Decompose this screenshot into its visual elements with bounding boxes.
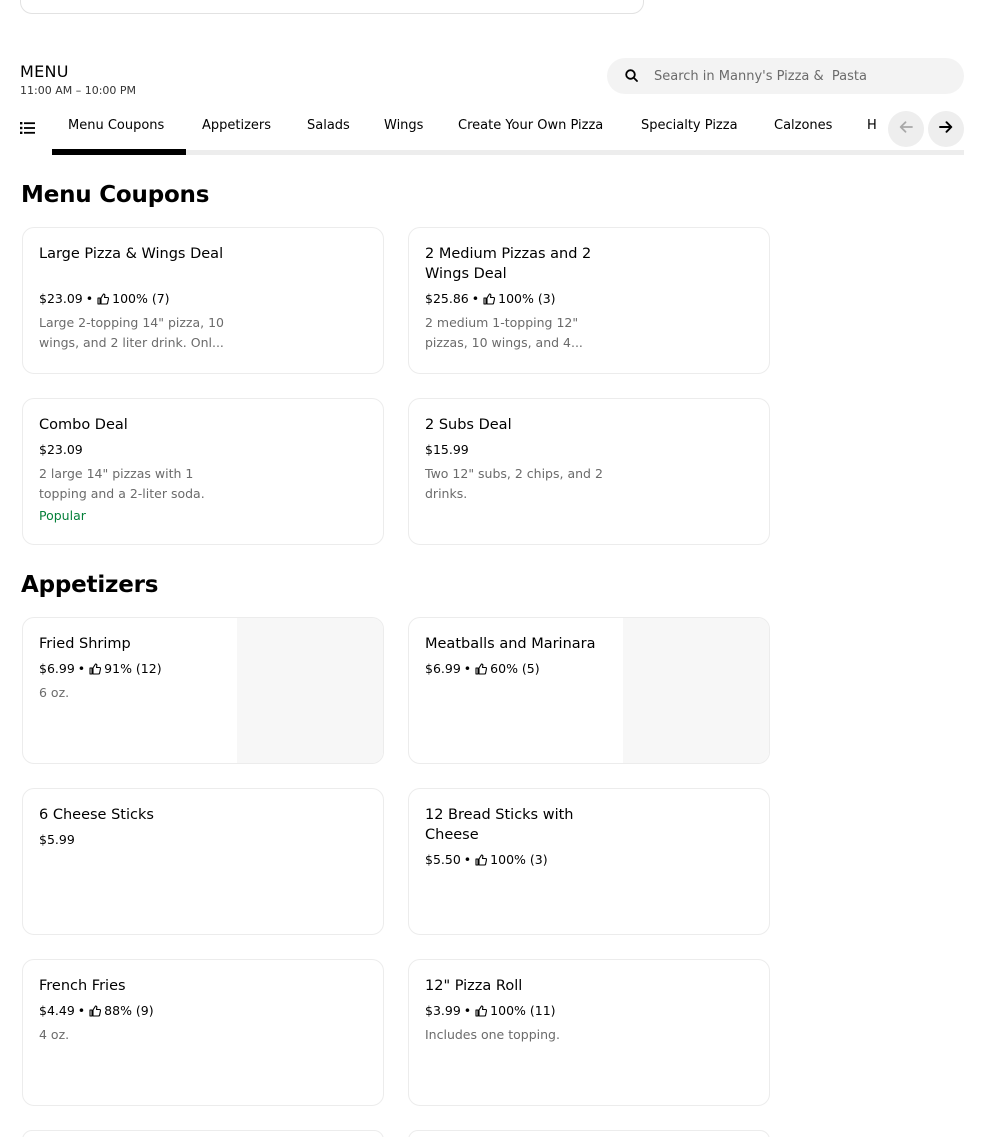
item-meta: $23.09 • 100% (7) [39, 291, 170, 307]
item-price: $5.99 [39, 832, 75, 847]
item-meta: $6.99 • 91% (12) [39, 661, 162, 677]
tab-wings[interactable]: Wings [384, 118, 423, 134]
separator: • [463, 1003, 472, 1018]
item-description: 4 oz. [39, 1027, 70, 1042]
scroll-right-button[interactable] [928, 111, 964, 147]
tab-calzones[interactable]: Calzones [774, 118, 832, 134]
item-image-placeholder [623, 618, 769, 763]
item-name: Combo Deal [39, 417, 128, 433]
menu-item-card[interactable]: 6 Cheese Sticks $5.99 [22, 788, 384, 935]
item-price: $4.49 [39, 1003, 75, 1018]
menu-item-card[interactable]: French Fries $4.49 • 88% (9) 4 oz. [22, 959, 384, 1106]
menu-hours: 11:00 AM – 10:00 PM [20, 84, 137, 97]
section-title-appetizers: Appetizers [21, 572, 159, 598]
menu-item-card[interactable]: Combo Deal $23.09 2 large 14" pizzas wit… [22, 398, 384, 545]
item-rating: 88% (9) [104, 1003, 154, 1018]
item-meta: $5.99 [39, 832, 75, 848]
menu-item-card[interactable]: 12 Bread Sticks with Cheese $5.50 • 100%… [408, 788, 770, 935]
item-name: Large Pizza & Wings Deal [39, 246, 224, 262]
item-rating: 60% (5) [490, 661, 540, 676]
category-tabs: Menu Coupons Appetizers Salads Wings Cre… [20, 108, 964, 155]
menu-item-card[interactable] [22, 1130, 384, 1137]
menu-item-card[interactable]: 2 Medium Pizzas and 2 Wings Deal $25.86 … [408, 227, 770, 374]
item-description: Large 2-topping 14" pizza, 10 wings, and… [39, 315, 224, 350]
tab-menu-coupons[interactable]: Menu Coupons [68, 118, 164, 134]
item-rating: 100% (3) [498, 291, 556, 306]
list-icon[interactable] [20, 120, 36, 136]
tab-truncated[interactable]: H [867, 118, 877, 134]
item-price: $23.09 [39, 442, 83, 457]
item-name: Fried Shrimp [39, 636, 131, 652]
popular-badge: Popular [39, 508, 86, 523]
separator: • [85, 291, 94, 306]
item-price: $5.50 [425, 852, 461, 867]
item-price: $6.99 [39, 661, 75, 676]
tabs-underline-track [52, 150, 964, 155]
tab-specialty-pizza[interactable]: Specialty Pizza [641, 118, 738, 134]
item-description: Two 12" subs, 2 chips, and 2 drinks. [425, 466, 603, 501]
item-price: $6.99 [425, 661, 461, 676]
item-description: 6 oz. [39, 685, 70, 700]
item-rating: 100% (3) [490, 852, 548, 867]
scroll-left-button[interactable] [888, 111, 924, 147]
menu-title: MENU [20, 62, 69, 81]
item-meta: $23.09 [39, 442, 83, 458]
active-tab-indicator [52, 149, 186, 155]
item-meta: $25.86 • 100% (3) [425, 291, 556, 307]
previous-content-card [20, 0, 644, 14]
thumbs-up-icon [89, 663, 102, 675]
thumbs-up-icon [97, 293, 110, 305]
item-description: Includes one topping. [425, 1027, 560, 1042]
arrow-left-icon [898, 119, 914, 139]
item-price: $23.09 [39, 291, 83, 306]
item-name: French Fries [39, 978, 126, 994]
item-price: $25.86 [425, 291, 469, 306]
item-description: 2 medium 1-topping 12" pizzas, 10 wings,… [425, 315, 583, 350]
separator: • [77, 661, 86, 676]
item-rating: 91% (12) [104, 661, 162, 676]
menu-item-card[interactable]: 12" Pizza Roll $3.99 • 100% (11) Include… [408, 959, 770, 1106]
separator: • [471, 291, 480, 306]
item-meta: $4.49 • 88% (9) [39, 1003, 154, 1019]
arrow-right-icon [938, 119, 954, 139]
menu-header: MENU 11:00 AM – 10:00 PM [20, 62, 136, 98]
tab-create-your-own-pizza[interactable]: Create Your Own Pizza [458, 118, 603, 134]
section-title-menu-coupons: Menu Coupons [21, 182, 210, 208]
item-price: $3.99 [425, 1003, 461, 1018]
item-rating: 100% (7) [112, 291, 170, 306]
menu-item-card[interactable]: Large Pizza & Wings Deal $23.09 • 100% (… [22, 227, 384, 374]
tab-appetizers[interactable]: Appetizers [202, 118, 271, 134]
item-rating: 100% (11) [490, 1003, 556, 1018]
menu-item-card[interactable]: Meatballs and Marinara $6.99 • 60% (5) [408, 617, 770, 764]
item-meta: $3.99 • 100% (11) [425, 1003, 556, 1019]
separator: • [463, 852, 472, 867]
item-name: 12" Pizza Roll [425, 978, 523, 994]
item-meta: $5.50 • 100% (3) [425, 852, 548, 868]
thumbs-up-icon [89, 1005, 102, 1017]
item-price: $15.99 [425, 442, 469, 457]
thumbs-up-icon [475, 663, 488, 675]
tab-strip: Menu Coupons Appetizers Salads Wings Cre… [52, 108, 890, 148]
item-name: 2 Subs Deal [425, 417, 512, 433]
item-meta: $6.99 • 60% (5) [425, 661, 540, 677]
item-name: 12 Bread Sticks with Cheese [425, 807, 574, 843]
thumbs-up-icon [475, 1005, 488, 1017]
item-name: 2 Medium Pizzas and 2 Wings Deal [425, 246, 592, 282]
menu-item-card[interactable]: 2 Subs Deal $15.99 Two 12" subs, 2 chips… [408, 398, 770, 545]
menu-search[interactable] [607, 58, 964, 94]
thumbs-up-icon [475, 854, 488, 866]
item-description: 2 large 14" pizzas with 1 topping and a … [39, 466, 205, 501]
thumbs-up-icon [483, 293, 496, 305]
item-image-placeholder [237, 618, 383, 763]
menu-item-card[interactable] [408, 1130, 770, 1137]
search-icon [624, 68, 640, 84]
separator: • [463, 661, 472, 676]
item-name: 6 Cheese Sticks [39, 807, 154, 823]
tab-salads[interactable]: Salads [307, 118, 350, 134]
search-input[interactable] [654, 68, 954, 84]
item-meta: $15.99 [425, 442, 469, 458]
separator: • [77, 1003, 86, 1018]
menu-item-card[interactable]: Fried Shrimp $6.99 • 91% (12) 6 oz. [22, 617, 384, 764]
item-name: Meatballs and Marinara [425, 636, 596, 652]
